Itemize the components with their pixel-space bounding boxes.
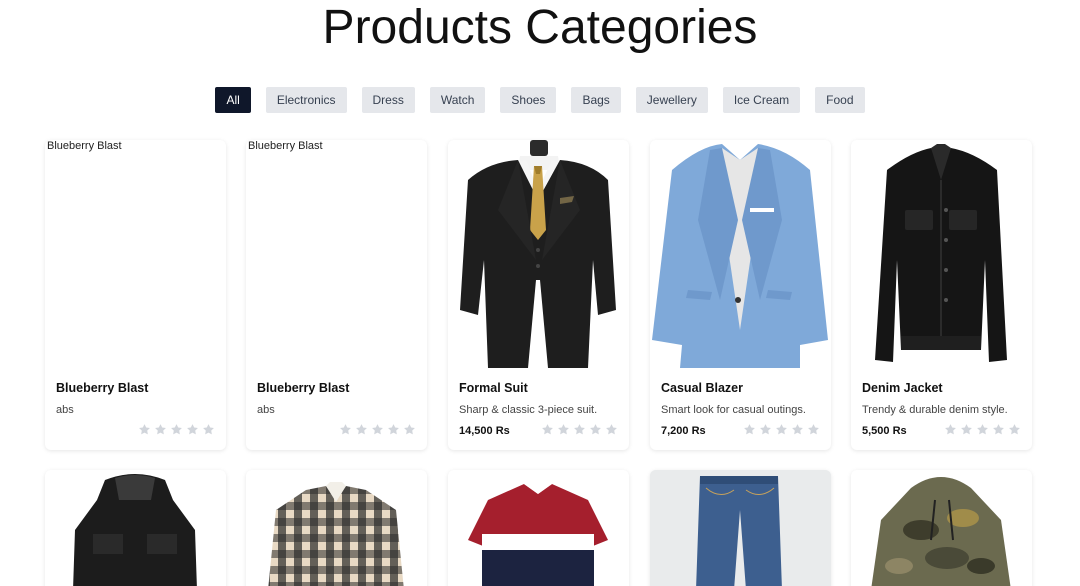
- star-icon[interactable]: [339, 423, 352, 436]
- product-description: abs: [56, 404, 74, 416]
- star-icon[interactable]: [976, 423, 989, 436]
- star-icon[interactable]: [154, 423, 167, 436]
- product-image-suit: [448, 140, 629, 370]
- product-card[interactable]: Formal Suit Sharp & classic 3-piece suit…: [448, 140, 629, 450]
- filter-food[interactable]: Food: [815, 87, 865, 113]
- product-card[interactable]: [851, 470, 1032, 586]
- star-icon[interactable]: [759, 423, 772, 436]
- star-icon[interactable]: [775, 423, 788, 436]
- product-description: Sharp & classic 3-piece suit.: [459, 404, 598, 416]
- product-image-camo-hoodie: [851, 470, 1032, 586]
- page-title: Products Categories: [322, 1, 758, 54]
- star-icon[interactable]: [371, 423, 384, 436]
- product-title: Blueberry Blast: [56, 381, 149, 395]
- star-icon[interactable]: [573, 423, 586, 436]
- product-image-leather-jacket: [45, 470, 226, 586]
- star-rating[interactable]: [743, 423, 820, 436]
- product-price: 7,200 Rs: [661, 425, 706, 437]
- star-icon[interactable]: [557, 423, 570, 436]
- product-image-blazer: [650, 140, 831, 370]
- star-icon[interactable]: [387, 423, 400, 436]
- filter-shoes[interactable]: Shoes: [500, 87, 557, 113]
- star-icon[interactable]: [138, 423, 151, 436]
- product-title: Formal Suit: [459, 381, 528, 395]
- product-price: 14,500 Rs: [459, 425, 510, 437]
- filter-watch[interactable]: Watch: [429, 87, 486, 113]
- product-card[interactable]: [45, 470, 226, 586]
- product-card[interactable]: Blueberry Blast Blueberry Blast abs: [246, 140, 427, 450]
- product-card[interactable]: Denim Jacket Trendy & durable denim styl…: [851, 140, 1032, 450]
- product-card[interactable]: [448, 470, 629, 586]
- star-rating[interactable]: [138, 423, 215, 436]
- star-rating[interactable]: [541, 423, 618, 436]
- star-icon[interactable]: [944, 423, 957, 436]
- filter-ice-cream[interactable]: Ice Cream: [722, 87, 801, 113]
- star-rating[interactable]: [339, 423, 416, 436]
- product-description: abs: [257, 404, 275, 416]
- star-icon[interactable]: [355, 423, 368, 436]
- star-rating[interactable]: [944, 423, 1021, 436]
- star-icon[interactable]: [589, 423, 602, 436]
- product-description: Trendy & durable denim style.: [862, 404, 1008, 416]
- star-icon[interactable]: [170, 423, 183, 436]
- product-image-broken: Blueberry Blast: [45, 140, 226, 370]
- product-image-jeans: [650, 470, 831, 586]
- star-icon[interactable]: [743, 423, 756, 436]
- product-description: Smart look for casual outings.: [661, 404, 806, 416]
- filter-dress[interactable]: Dress: [361, 87, 415, 113]
- star-icon[interactable]: [541, 423, 554, 436]
- product-image-broken: Blueberry Blast: [246, 140, 427, 370]
- filter-electronics[interactable]: Electronics: [265, 87, 347, 113]
- product-image-polo-shirt: [448, 470, 629, 586]
- product-card[interactable]: [650, 470, 831, 586]
- filter-all[interactable]: All: [215, 87, 251, 113]
- product-image-plaid-shirt: [246, 470, 427, 586]
- product-title: Casual Blazer: [661, 381, 743, 395]
- product-title: Denim Jacket: [862, 381, 943, 395]
- product-price: 5,500 Rs: [862, 425, 907, 437]
- image-alt-text: Blueberry Blast: [47, 140, 122, 152]
- star-icon[interactable]: [605, 423, 618, 436]
- star-icon[interactable]: [1008, 423, 1021, 436]
- star-icon[interactable]: [791, 423, 804, 436]
- star-icon[interactable]: [202, 423, 215, 436]
- category-filter-bar: All Electronics Dress Watch Shoes Bags J…: [0, 87, 1080, 113]
- product-card[interactable]: [246, 470, 427, 586]
- product-image-denim-jacket: [851, 140, 1032, 370]
- product-title: Blueberry Blast: [257, 381, 350, 395]
- star-icon[interactable]: [186, 423, 199, 436]
- product-card[interactable]: Blueberry Blast Blueberry Blast abs: [45, 140, 226, 450]
- filter-bags[interactable]: Bags: [571, 87, 621, 113]
- star-icon[interactable]: [992, 423, 1005, 436]
- star-icon[interactable]: [403, 423, 416, 436]
- star-icon[interactable]: [960, 423, 973, 436]
- star-icon[interactable]: [807, 423, 820, 436]
- image-alt-text: Blueberry Blast: [248, 140, 323, 152]
- filter-jewellery[interactable]: Jewellery: [635, 87, 708, 113]
- product-card[interactable]: Casual Blazer Smart look for casual outi…: [650, 140, 831, 450]
